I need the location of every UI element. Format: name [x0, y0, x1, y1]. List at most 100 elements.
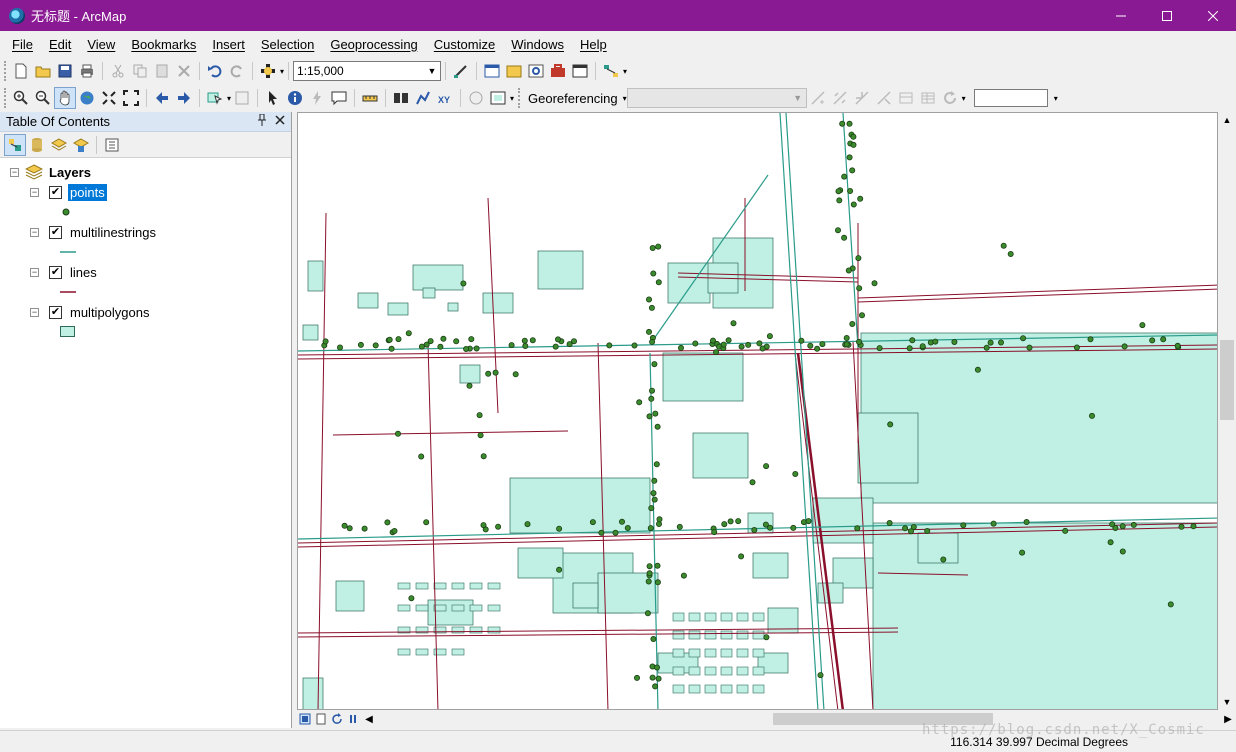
save-button[interactable]: [54, 60, 76, 82]
fixed-zoom-out-button[interactable]: [120, 87, 142, 109]
time-slider-button[interactable]: [465, 87, 487, 109]
find-button[interactable]: [390, 87, 412, 109]
copy-button[interactable]: [129, 60, 151, 82]
catalog-window-button[interactable]: [503, 60, 525, 82]
data-view-button[interactable]: [297, 712, 313, 726]
open-button[interactable]: [32, 60, 54, 82]
layer-visibility-checkbox[interactable]: ✔: [49, 225, 62, 239]
menu-selection[interactable]: Selection: [253, 37, 322, 52]
collapse-icon[interactable]: −: [30, 227, 39, 237]
select-elements-button[interactable]: [262, 87, 284, 109]
view-link-table-button[interactable]: [917, 87, 939, 109]
collapse-icon[interactable]: −: [30, 267, 39, 277]
menu-file[interactable]: File: [0, 37, 41, 52]
menu-insert[interactable]: Insert: [204, 37, 253, 52]
arctoolbox-button[interactable]: [547, 60, 569, 82]
menu-customize[interactable]: Customize: [426, 37, 503, 52]
paste-button[interactable]: [151, 60, 173, 82]
list-by-visibility-button[interactable]: [48, 134, 70, 156]
search-window-button[interactable]: [525, 60, 547, 82]
create-viewer-button[interactable]: [487, 87, 509, 109]
add-control-points-button[interactable]: [807, 87, 829, 109]
editor-toolbar-button[interactable]: [450, 60, 472, 82]
toc-window-button[interactable]: [481, 60, 503, 82]
fixed-zoom-in-button[interactable]: [98, 87, 120, 109]
delete-button[interactable]: [173, 60, 195, 82]
toolbar-grip[interactable]: [4, 61, 8, 81]
scroll-up-icon[interactable]: ▲: [1218, 112, 1236, 128]
list-by-drawing-order-button[interactable]: [4, 133, 26, 156]
layer-visibility-checkbox[interactable]: ✔: [49, 185, 62, 199]
zoom-out-button[interactable]: [32, 87, 54, 109]
collapse-icon[interactable]: −: [30, 307, 39, 317]
collapse-icon[interactable]: −: [10, 167, 19, 177]
clear-selection-button[interactable]: [231, 87, 253, 109]
layers-root-row[interactable]: − Layers: [0, 162, 291, 182]
chevron-down-icon[interactable]: ▼: [424, 62, 440, 80]
menu-geoprocessing[interactable]: Geoprocessing: [322, 37, 425, 52]
hyperlink-button[interactable]: [306, 87, 328, 109]
pan-button[interactable]: [54, 87, 76, 109]
select-features-button[interactable]: [204, 87, 226, 109]
find-route-button[interactable]: [412, 87, 434, 109]
toolbar-grip[interactable]: [518, 88, 522, 108]
close-icon[interactable]: [275, 114, 285, 129]
map-canvas[interactable]: [298, 113, 1218, 710]
print-button[interactable]: [76, 60, 98, 82]
georeferencing-layer-combo[interactable]: ▼: [626, 88, 807, 108]
layout-view-button[interactable]: [313, 712, 329, 726]
minimize-button[interactable]: [1098, 0, 1144, 31]
toc-options-button[interactable]: [101, 134, 123, 156]
close-button[interactable]: [1190, 0, 1236, 31]
zoom-in-button[interactable]: [10, 87, 32, 109]
layer-row-multipolygons[interactable]: − ✔ multipolygons: [0, 302, 291, 322]
go-to-xy-button[interactable]: XY: [434, 87, 456, 109]
rotate-dropdown[interactable]: ▾: [962, 94, 966, 103]
toolbar-options-dropdown[interactable]: ▾: [1054, 94, 1058, 103]
maximize-button[interactable]: [1144, 0, 1190, 31]
chevron-down-icon[interactable]: ▼: [790, 89, 806, 107]
georeferencing-menu[interactable]: Georeferencing: [524, 91, 622, 106]
python-window-button[interactable]: [569, 60, 591, 82]
collapse-icon[interactable]: −: [30, 187, 39, 197]
identify-button[interactable]: [284, 87, 306, 109]
new-document-button[interactable]: [10, 60, 32, 82]
list-by-selection-button[interactable]: [70, 134, 92, 156]
menu-bookmarks[interactable]: Bookmarks: [123, 37, 204, 52]
add-data-button[interactable]: [257, 60, 279, 82]
model-builder-button[interactable]: [600, 60, 622, 82]
pause-drawing-button[interactable]: [345, 712, 361, 726]
create-viewer-dropdown[interactable]: ▾: [510, 94, 514, 103]
refresh-view-button[interactable]: [329, 712, 345, 726]
html-popup-button[interactable]: [328, 87, 350, 109]
map-scale-combo[interactable]: 1:15,000 ▼: [293, 61, 442, 81]
map-display[interactable]: [297, 112, 1218, 710]
layer-row-lines[interactable]: − ✔ lines: [0, 262, 291, 282]
update-display-button[interactable]: [873, 87, 895, 109]
layer-name-multipolygons[interactable]: multipolygons: [68, 304, 152, 321]
menu-edit[interactable]: Edit: [41, 37, 79, 52]
auto-adjust-button[interactable]: [829, 87, 851, 109]
menu-windows[interactable]: Windows: [503, 37, 572, 52]
scroll-left-icon[interactable]: ◀: [361, 712, 377, 726]
undo-button[interactable]: [204, 60, 226, 82]
fit-to-display-button[interactable]: [851, 87, 873, 109]
map-vertical-scrollbar[interactable]: ▲ ▼: [1218, 112, 1236, 710]
list-by-source-button[interactable]: [26, 134, 48, 156]
layer-row-points[interactable]: − ✔ points: [0, 182, 291, 202]
full-extent-button[interactable]: [76, 87, 98, 109]
layer-name-points[interactable]: points: [68, 183, 107, 201]
go-forward-button[interactable]: [173, 87, 195, 109]
layer-visibility-checkbox[interactable]: ✔: [49, 305, 62, 319]
redo-button[interactable]: [226, 60, 248, 82]
toolbar-grip[interactable]: [4, 88, 8, 108]
rotate-button[interactable]: [939, 87, 961, 109]
measure-button[interactable]: [359, 87, 381, 109]
add-data-dropdown[interactable]: ▾: [280, 67, 284, 76]
rectify-button[interactable]: [895, 87, 917, 109]
layer-row-multilinestrings[interactable]: − ✔ multilinestrings: [0, 222, 291, 242]
vertical-scroll-thumb[interactable]: [1220, 340, 1234, 420]
cut-button[interactable]: [107, 60, 129, 82]
go-back-button[interactable]: [151, 87, 173, 109]
layer-name-multilinestrings[interactable]: multilinestrings: [68, 224, 158, 241]
